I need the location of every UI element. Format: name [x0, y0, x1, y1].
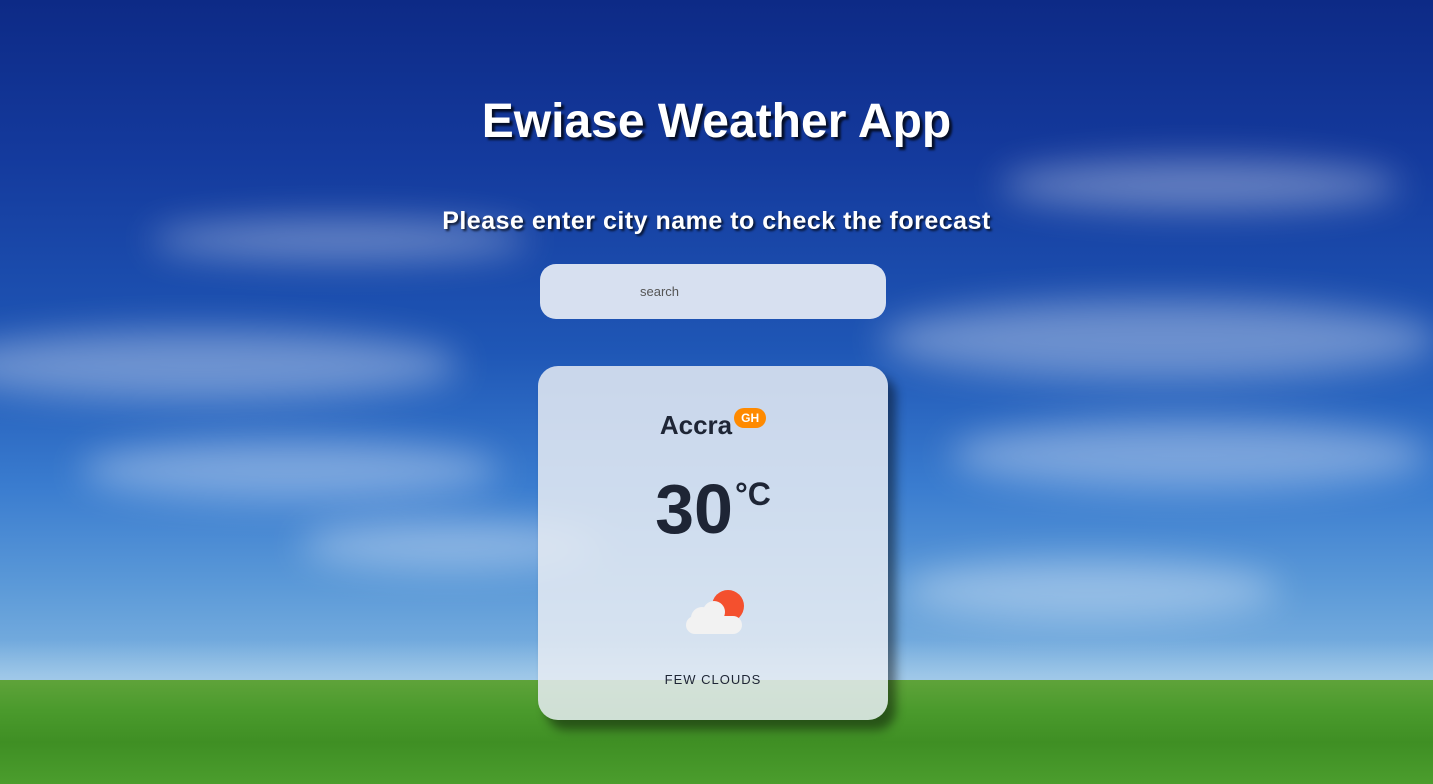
search-input[interactable] [540, 264, 886, 319]
temperature-row: 30°C [538, 474, 888, 544]
cloud-streak [1000, 160, 1400, 210]
weather-condition: FEW CLOUDS [664, 672, 762, 687]
city-name: Accra [659, 410, 733, 440]
temperature-unit: °C [734, 476, 771, 512]
city-row: Accra GH [538, 406, 888, 440]
cloud-streak [950, 420, 1430, 490]
cloud-streak [900, 560, 1280, 620]
country-badge: GH [734, 408, 767, 428]
cloud-streak [880, 300, 1433, 380]
few-clouds-day-icon [686, 590, 744, 634]
temperature-value: 30 [655, 470, 733, 548]
search-prompt: Please enter city name to check the fore… [442, 207, 991, 235]
cloud-streak [80, 440, 500, 500]
weather-card: Accra GH 30°C FEW CLOUDS [538, 366, 888, 720]
app-title: Ewiase Weather App [481, 95, 952, 148]
